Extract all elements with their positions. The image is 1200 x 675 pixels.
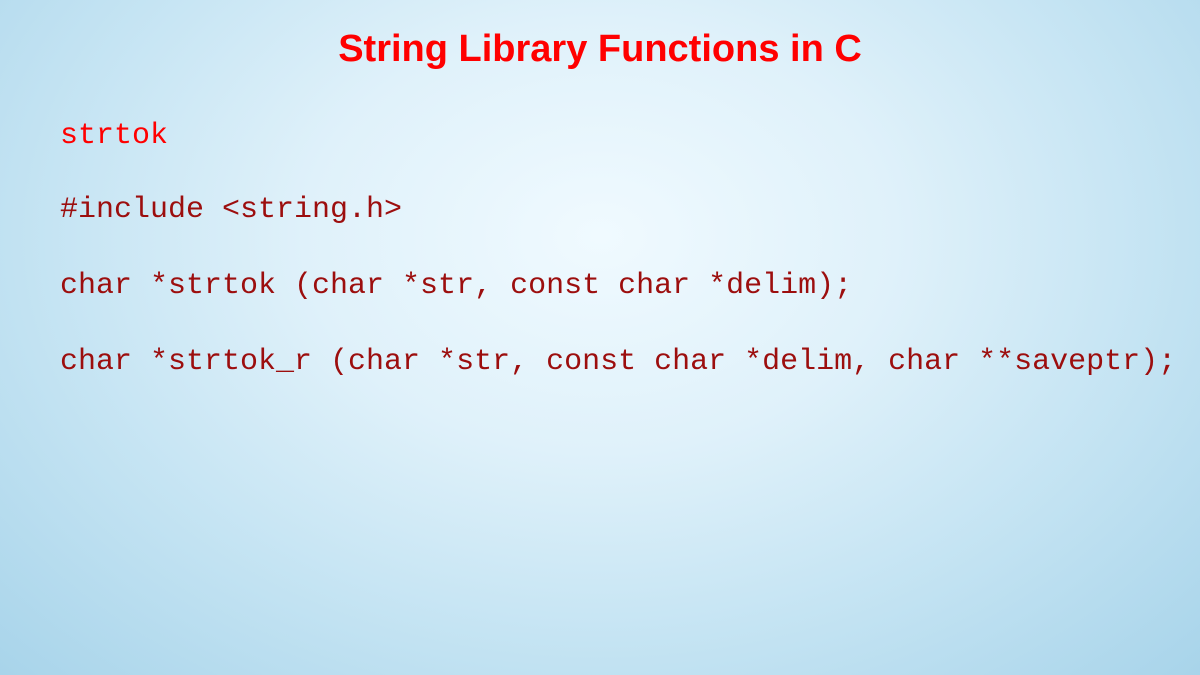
slide-container: String Library Functions in C strtok #in… [0, 0, 1200, 675]
prototype-strtok-r: char *strtok_r (char *str, const char *d… [60, 345, 1140, 379]
slide-title: String Library Functions in C [60, 28, 1140, 71]
include-directive: #include <string.h> [60, 193, 1140, 227]
function-name: strtok [60, 119, 1140, 153]
prototype-strtok: char *strtok (char *str, const char *del… [60, 269, 1140, 303]
